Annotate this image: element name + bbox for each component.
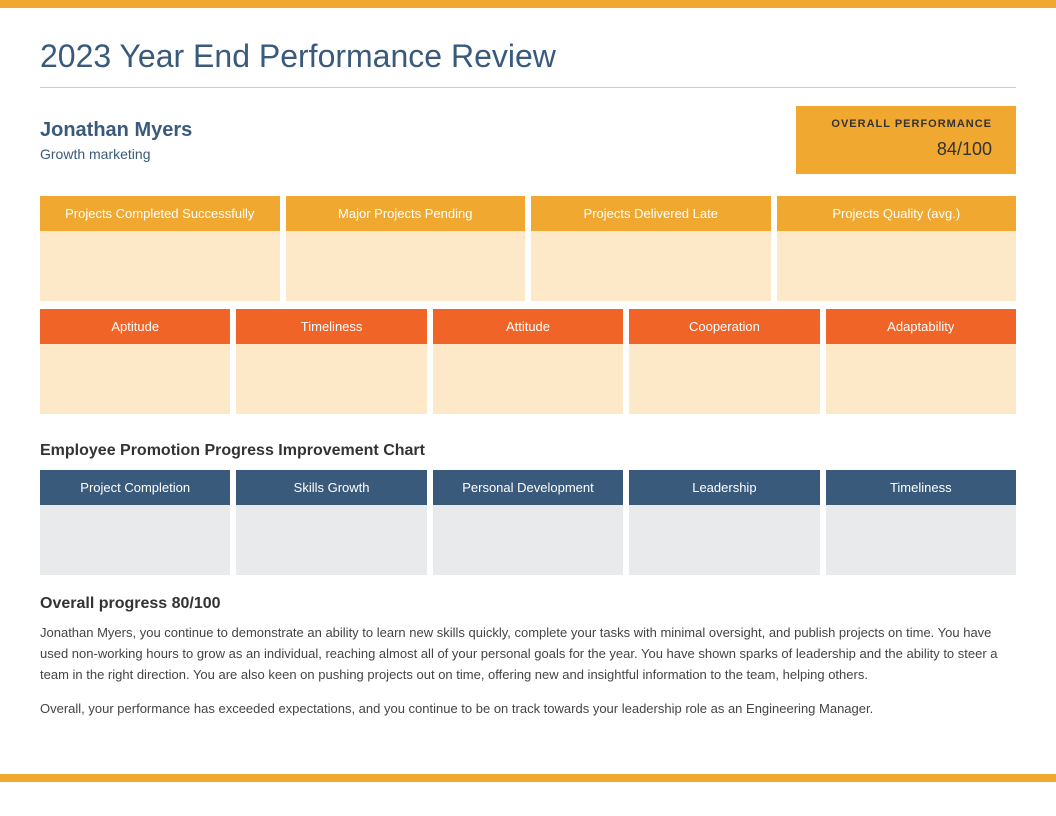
metric-header2-1: Timeliness — [236, 309, 426, 344]
bottom-bar — [0, 774, 1056, 782]
overall-performance-label: OVERALL PERFORMANCE — [820, 118, 992, 130]
metric-card-1: Major Projects Pending — [286, 196, 526, 301]
metric-body-2 — [531, 231, 771, 301]
score-out-of: /100 — [957, 139, 992, 159]
header-section: Jonathan Myers Growth marketing OVERALL … — [40, 106, 1016, 174]
metric-header2-4: Adaptability — [826, 309, 1016, 344]
chart-col-header-2: Personal Development — [433, 470, 623, 505]
chart-col-header-3: Leadership — [629, 470, 819, 505]
metric-body2-3 — [629, 344, 819, 414]
metric-body2-0 — [40, 344, 230, 414]
overall-performance-score: 84/100 — [820, 130, 992, 162]
chart-col-header-1: Skills Growth — [236, 470, 426, 505]
metric-card-3: Projects Quality (avg.) — [777, 196, 1017, 301]
metrics-row-2: Aptitude Timeliness Attitude Cooperation… — [40, 309, 1016, 414]
metric-header2-3: Cooperation — [629, 309, 819, 344]
chart-col-2: Personal Development — [433, 470, 623, 575]
chart-col-body-2 — [433, 505, 623, 575]
chart-col-1: Skills Growth — [236, 470, 426, 575]
metric-header2-2: Attitude — [433, 309, 623, 344]
metric-header2-0: Aptitude — [40, 309, 230, 344]
metric-body2-1 — [236, 344, 426, 414]
employee-role: Growth marketing — [40, 146, 192, 162]
chart-col-body-1 — [236, 505, 426, 575]
employee-name: Jonathan Myers — [40, 119, 192, 142]
employee-info: Jonathan Myers Growth marketing — [40, 119, 192, 162]
top-bar — [0, 0, 1056, 8]
score-value: 84 — [937, 139, 957, 159]
metric-body-0 — [40, 231, 280, 301]
metric-card-0: Projects Completed Successfully — [40, 196, 280, 301]
progress-section: Overall progress 80/100 Jonathan Myers, … — [40, 595, 1016, 720]
chart-title: Employee Promotion Progress Improvement … — [40, 442, 1016, 460]
chart-col-3: Leadership — [629, 470, 819, 575]
metric-body2-2 — [433, 344, 623, 414]
chart-col-header-4: Timeliness — [826, 470, 1016, 505]
metrics-row-1: Projects Completed Successfully Major Pr… — [40, 196, 1016, 301]
metric-card2-1: Timeliness — [236, 309, 426, 414]
progress-paragraph-1: Jonathan Myers, you continue to demonstr… — [40, 623, 1016, 685]
metric-card2-3: Cooperation — [629, 309, 819, 414]
metric-header-2: Projects Delivered Late — [531, 196, 771, 231]
chart-section: Employee Promotion Progress Improvement … — [40, 442, 1016, 575]
metric-card2-4: Adaptability — [826, 309, 1016, 414]
metric-header-1: Major Projects Pending — [286, 196, 526, 231]
metric-card2-2: Attitude — [433, 309, 623, 414]
overall-performance-box: OVERALL PERFORMANCE 84/100 — [796, 106, 1016, 174]
chart-col-body-0 — [40, 505, 230, 575]
page-title: 2023 Year End Performance Review — [40, 38, 1016, 75]
progress-paragraph-2: Overall, your performance has exceeded e… — [40, 699, 1016, 720]
metric-header-3: Projects Quality (avg.) — [777, 196, 1017, 231]
metric-card2-0: Aptitude — [40, 309, 230, 414]
chart-col-header-0: Project Completion — [40, 470, 230, 505]
chart-col-body-4 — [826, 505, 1016, 575]
chart-col-0: Project Completion — [40, 470, 230, 575]
metric-header-0: Projects Completed Successfully — [40, 196, 280, 231]
progress-title: Overall progress 80/100 — [40, 595, 1016, 613]
divider — [40, 87, 1016, 88]
chart-col-4: Timeliness — [826, 470, 1016, 575]
metric-body-3 — [777, 231, 1017, 301]
metric-body-1 — [286, 231, 526, 301]
metric-body2-4 — [826, 344, 1016, 414]
chart-grid: Project Completion Skills Growth Persona… — [40, 470, 1016, 575]
chart-col-body-3 — [629, 505, 819, 575]
metric-card-2: Projects Delivered Late — [531, 196, 771, 301]
